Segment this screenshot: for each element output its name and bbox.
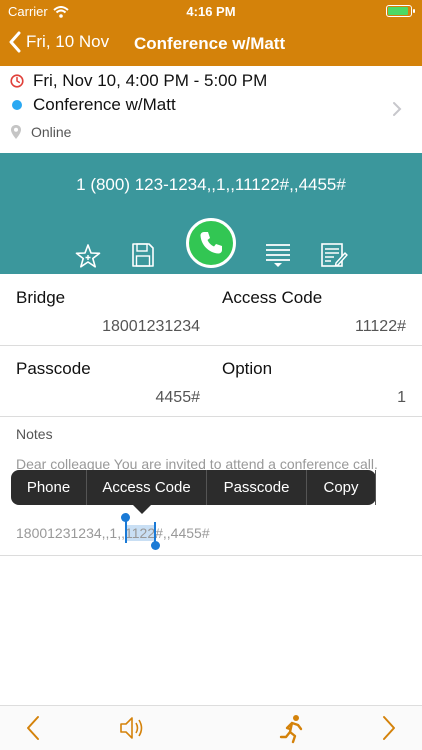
event-location-row: Online (10, 124, 71, 140)
dial-panel: 1 (800) 123-1234,,1,,11122#,,4455# (0, 153, 422, 274)
menu-item-passcode[interactable]: Passcode (207, 470, 307, 505)
previous-icon[interactable] (24, 714, 42, 742)
option-label: Option (222, 359, 273, 378)
access-code-value[interactable]: 11122# (355, 318, 406, 336)
event-datetime: Fri, Nov 10, 4:00 PM - 5:00 PM (33, 71, 268, 90)
status-bar: Carrier 4:16 PM (0, 0, 422, 22)
event-title-row: Conference w/Matt (10, 95, 176, 115)
notes-label: Notes (16, 426, 53, 442)
bottom-toolbar (0, 705, 422, 750)
back-label: Fri, 10 Nov (26, 32, 110, 51)
notes-dial-numbers[interactable]: 18001231234,,1,,1122#,,4455# (16, 525, 210, 541)
page-title: Conference w/Matt (134, 34, 286, 53)
status-time: 4:16 PM (186, 4, 236, 19)
divider (0, 555, 422, 556)
location-pin-icon (11, 125, 21, 139)
divider (0, 345, 422, 346)
menu-item-phone[interactable]: Phone (11, 470, 87, 505)
note-icon[interactable] (320, 241, 348, 269)
back-button[interactable]: Fri, 10 Nov (8, 31, 109, 53)
chevron-right-icon (393, 102, 402, 116)
passcode-label: Passcode (16, 359, 91, 378)
list-icon[interactable] (265, 242, 291, 268)
next-icon[interactable] (380, 714, 398, 742)
star-icon[interactable] (75, 243, 101, 269)
battery-icon (386, 5, 415, 17)
access-code-label: Access Code (222, 288, 323, 307)
event-header[interactable]: Fri, Nov 10, 4:00 PM - 5:00 PM Conferenc… (0, 66, 422, 154)
passcode-value[interactable]: 4455# (156, 389, 201, 407)
bridge-value[interactable]: 18001231234 (102, 318, 200, 336)
save-icon[interactable] (131, 242, 155, 268)
call-button[interactable] (186, 218, 236, 268)
calendar-dot (12, 100, 22, 110)
back-chevron-icon (9, 31, 21, 53)
notes-numbers-post: #,,4455# (155, 525, 210, 541)
phone-icon (200, 232, 222, 254)
clock-icon (10, 74, 24, 88)
option-value[interactable]: 1 (397, 389, 406, 407)
edit-menu-arrow (133, 505, 151, 514)
event-location: Online (31, 124, 72, 140)
selection-end-handle[interactable] (151, 541, 160, 550)
event-title: Conference w/Matt (33, 95, 176, 114)
bridge-label: Bridge (16, 288, 66, 307)
dial-string: 1 (800) 123-1234,,1,,11122#,,4455# (76, 175, 346, 194)
menu-item-access-code[interactable]: Access Code (87, 470, 207, 505)
edit-menu: Phone Access Code Passcode Copy (11, 470, 376, 514)
notes-numbers-pre: 18001231234,,1,, (16, 525, 125, 541)
menu-item-copy[interactable]: Copy (307, 470, 376, 505)
nav-bar: Fri, 10 Nov Conference w/Matt (0, 22, 422, 66)
running-icon[interactable] (279, 714, 305, 744)
divider (0, 416, 422, 417)
selection-start-stem (125, 519, 127, 543)
event-datetime-row: Fri, Nov 10, 4:00 PM - 5:00 PM (10, 71, 267, 91)
speaker-icon[interactable] (118, 714, 146, 742)
selected-text: 1122 (125, 525, 156, 541)
